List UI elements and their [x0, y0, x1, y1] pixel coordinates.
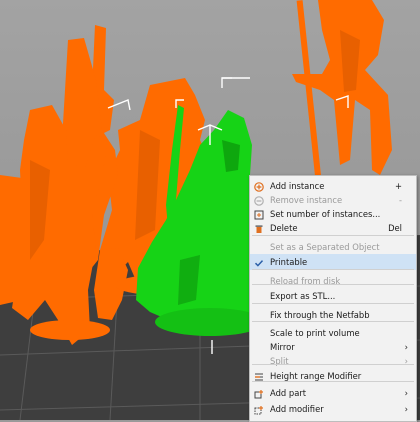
- menu-item-label: Split: [270, 356, 289, 366]
- height-range-icon: [254, 371, 264, 381]
- menu-item-label: Printable: [270, 257, 308, 267]
- menu-item-label: Export as STL...: [270, 291, 336, 301]
- menu-item-label: Set as a Separated Object: [270, 242, 380, 252]
- menu-separator: [252, 381, 414, 382]
- chevron-right-icon: ›: [404, 404, 408, 414]
- plus-circle-icon: [254, 181, 264, 192]
- add-modifier-icon: [254, 404, 264, 415]
- menu-item-set-as-a-separated-object: Set as a Separated Object: [250, 239, 416, 255]
- menu-item-printable[interactable]: Printable: [250, 254, 416, 270]
- menu-item-delete[interactable]: Delete Del: [250, 220, 416, 236]
- menu-item-split: Split ›: [250, 353, 416, 369]
- chevron-right-icon: ›: [404, 388, 408, 398]
- instances-icon: [254, 209, 264, 220]
- menu-item-shortcut: Del: [388, 223, 402, 233]
- menu-item-label: Add modifier: [270, 404, 324, 414]
- menu-item-export-as-stl[interactable]: Export as STL...: [250, 288, 416, 304]
- menu-separator: [252, 303, 414, 304]
- menu-separator: [252, 284, 414, 285]
- menu-item-add-modifier[interactable]: Add modifier ›: [250, 401, 416, 417]
- add-part-icon: [254, 388, 264, 399]
- menu-separator: [252, 235, 414, 236]
- menu-separator: [252, 269, 414, 270]
- menu-item-label: Delete: [270, 223, 298, 233]
- menu-item-label: Add part: [270, 388, 307, 398]
- menu-item-label: Reload from disk: [270, 276, 341, 286]
- menu-separator: [252, 364, 414, 365]
- menu-separator: [252, 321, 414, 322]
- menu-item-add-part[interactable]: Add part ›: [250, 385, 416, 401]
- minus-circle-icon: [254, 195, 264, 206]
- trash-icon: [254, 223, 264, 233]
- menu-item-reload-from-disk: Reload from disk: [250, 273, 416, 289]
- checkmark-icon: [254, 257, 264, 267]
- chevron-right-icon: ›: [404, 356, 408, 366]
- context-menu: Add instance + Remove instance - Set number …: [249, 175, 417, 422]
